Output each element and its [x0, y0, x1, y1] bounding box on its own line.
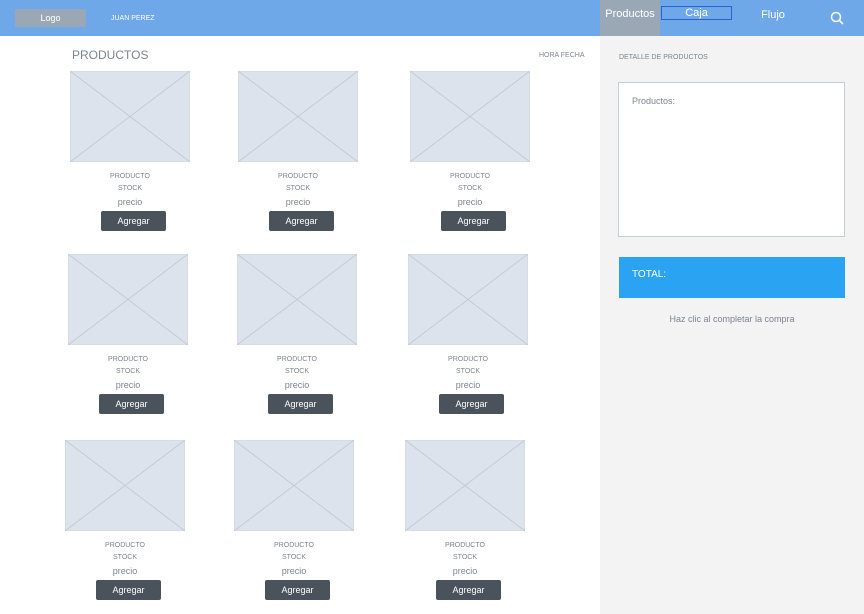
- product-image-placeholder: [68, 254, 188, 345]
- product-name: PRODUCTO: [108, 356, 148, 363]
- product-name: PRODUCTO: [105, 542, 145, 549]
- product-stock: STOCK: [286, 185, 310, 192]
- add-button[interactable]: Agregar: [101, 211, 166, 231]
- add-button[interactable]: Agregar: [265, 580, 330, 600]
- product-name: PRODUCTO: [277, 356, 317, 363]
- top-bar: Logo JUAN PEREZ Productos Caja Flujo: [0, 0, 864, 36]
- product-price: precio: [281, 566, 307, 576]
- product-price: precio: [457, 197, 483, 207]
- product-name: PRODUCTO: [274, 542, 314, 549]
- product-card: PRODUCTO STOCK precio Agregar: [410, 71, 530, 241]
- logo[interactable]: Logo: [15, 9, 86, 27]
- product-price: precio: [452, 566, 478, 576]
- product-price: precio: [112, 566, 138, 576]
- page-title: PRODUCTOS: [72, 48, 149, 62]
- product-image-placeholder: [238, 71, 358, 162]
- product-stock: STOCK: [113, 554, 137, 561]
- tab-caja[interactable]: Caja: [661, 6, 732, 20]
- tab-productos[interactable]: Productos: [600, 0, 660, 36]
- product-stock: STOCK: [116, 368, 140, 375]
- product-image-placeholder: [410, 71, 530, 162]
- total-box: TOTAL:: [619, 257, 845, 298]
- product-image-placeholder: [70, 71, 190, 162]
- product-price: precio: [284, 380, 310, 390]
- add-button[interactable]: Agregar: [96, 580, 161, 600]
- product-price: precio: [285, 197, 311, 207]
- product-price: precio: [117, 197, 143, 207]
- add-button[interactable]: Agregar: [99, 394, 164, 414]
- product-stock: STOCK: [118, 185, 142, 192]
- add-button[interactable]: Agregar: [269, 211, 334, 231]
- product-name: PRODUCTO: [445, 542, 485, 549]
- product-stock: STOCK: [453, 554, 477, 561]
- product-price: precio: [455, 380, 481, 390]
- product-card: PRODUCTO STOCK precio Agregar: [65, 440, 185, 610]
- tab-flujo[interactable]: Flujo: [746, 0, 800, 36]
- total-label: TOTAL:: [632, 269, 667, 280]
- product-image-placeholder: [408, 254, 528, 345]
- product-name: PRODUCTO: [278, 173, 318, 180]
- sidebar-title: DETALLE DE PRODUCTOS: [619, 54, 708, 61]
- product-image-placeholder: [234, 440, 354, 531]
- product-stock: STOCK: [285, 368, 309, 375]
- product-card: PRODUCTO STOCK precio Agregar: [70, 71, 190, 241]
- product-stock: STOCK: [282, 554, 306, 561]
- product-card: PRODUCTO STOCK precio Agregar: [238, 71, 358, 241]
- product-card: PRODUCTO STOCK precio Agregar: [68, 254, 188, 424]
- add-button[interactable]: Agregar: [441, 211, 506, 231]
- product-image-placeholder: [65, 440, 185, 531]
- product-card: PRODUCTO STOCK precio Agregar: [237, 254, 357, 424]
- product-card: PRODUCTO STOCK precio Agregar: [405, 440, 525, 610]
- product-stock: STOCK: [458, 185, 482, 192]
- product-image-placeholder: [405, 440, 525, 531]
- search-icon[interactable]: [829, 10, 845, 26]
- product-image-placeholder: [237, 254, 357, 345]
- detail-label: Productos:: [632, 96, 676, 106]
- product-name: PRODUCTO: [450, 173, 490, 180]
- product-card: PRODUCTO STOCK precio Agregar: [408, 254, 528, 424]
- complete-purchase-hint[interactable]: Haz clic al completar la compra: [619, 314, 845, 324]
- add-button[interactable]: Agregar: [439, 394, 504, 414]
- product-detail-box: Productos:: [618, 82, 845, 237]
- product-price: precio: [115, 380, 141, 390]
- product-name: PRODUCTO: [448, 356, 488, 363]
- datetime-label: HORA FECHA: [539, 52, 585, 59]
- user-name: JUAN PEREZ: [111, 15, 155, 22]
- product-card: PRODUCTO STOCK precio Agregar: [234, 440, 354, 610]
- add-button[interactable]: Agregar: [268, 394, 333, 414]
- product-name: PRODUCTO: [110, 173, 150, 180]
- add-button[interactable]: Agregar: [436, 580, 501, 600]
- product-stock: STOCK: [456, 368, 480, 375]
